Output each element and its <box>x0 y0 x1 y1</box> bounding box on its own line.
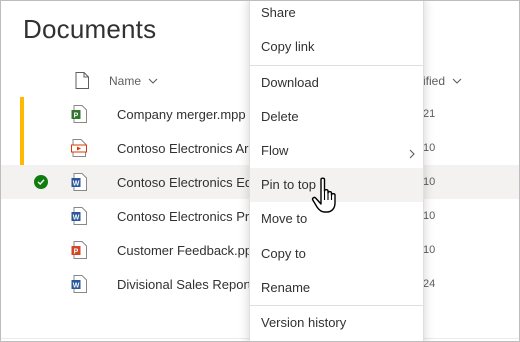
video-file-icon <box>71 139 87 157</box>
menu-item-copy-to[interactable]: Copy to <box>250 237 423 271</box>
menu-item-label: Copy to <box>261 246 306 261</box>
file-modified: 10 <box>423 176 436 188</box>
menu-item-delete[interactable]: Delete <box>250 100 423 134</box>
file-modified: 10 <box>423 142 436 154</box>
menu-item-flow[interactable]: Flow <box>250 134 423 168</box>
selected-check-icon[interactable] <box>34 175 48 189</box>
file-type-column-icon[interactable] <box>75 72 89 94</box>
chevron-right-icon <box>409 146 415 164</box>
word-file-icon: W <box>71 173 87 191</box>
menu-item-download[interactable]: Download <box>250 66 423 100</box>
column-header-name[interactable]: Name <box>109 74 158 88</box>
menu-item-label: Copy link <box>261 39 315 54</box>
menu-item-label: Version history <box>261 315 347 330</box>
file-name[interactable]: Company merger.mpp <box>117 107 246 122</box>
word-file-icon: W <box>71 207 87 225</box>
menu-item-label: Download <box>261 75 319 90</box>
svg-text:W: W <box>73 215 80 222</box>
menu-item-label: Share <box>261 5 296 20</box>
menu-item-version-history[interactable]: Version history <box>250 306 423 340</box>
powerpoint-file-icon: P <box>71 241 87 259</box>
menu-item-copy-link[interactable]: Copy link <box>250 30 423 64</box>
pinned-indicator <box>20 131 24 165</box>
file-name[interactable]: Contoso Electronics Ed <box>117 175 252 190</box>
chevron-down-icon <box>148 74 158 88</box>
menu-item-label: Delete <box>261 109 299 124</box>
word-file-icon: W <box>71 275 87 293</box>
document-library-window: Documents Name ified P Company merger.mp… <box>0 0 520 342</box>
menu-item-label: Move to <box>261 211 308 226</box>
svg-text:P: P <box>74 113 79 120</box>
file-name[interactable]: Contoso Electronics Ar <box>117 141 249 156</box>
context-menu: Share Copy link Download Delete Flow Pin… <box>249 1 424 341</box>
file-modified: 24 <box>423 278 436 290</box>
menu-item-rename[interactable]: Rename <box>250 271 423 305</box>
file-name[interactable]: Contoso Electronics Pr <box>117 209 249 224</box>
menu-item-label: Flow <box>261 143 289 158</box>
svg-text:P: P <box>74 249 79 256</box>
page-title: Documents <box>23 14 157 44</box>
hand-pointer-cursor-icon <box>310 176 344 221</box>
menu-item-label: Pin to top <box>261 177 316 192</box>
column-header-name-label: Name <box>109 74 142 88</box>
menu-item-share[interactable]: Share <box>250 1 423 30</box>
svg-text:W: W <box>73 283 80 290</box>
file-modified: 10 <box>423 244 436 256</box>
pinned-indicator <box>20 97 24 131</box>
svg-text:W: W <box>73 181 80 188</box>
chevron-down-icon <box>452 74 462 88</box>
column-header-modified-label: ified <box>423 74 446 88</box>
column-header-modified[interactable]: ified <box>423 74 462 88</box>
file-modified: 21 <box>423 108 436 120</box>
menu-item-label: Rename <box>261 280 311 295</box>
file-name[interactable]: Divisional Sales Report <box>117 277 251 292</box>
project-file-icon: P <box>71 105 87 123</box>
file-modified: 10 <box>423 210 436 222</box>
file-name[interactable]: Customer Feedback.pp <box>117 243 252 258</box>
